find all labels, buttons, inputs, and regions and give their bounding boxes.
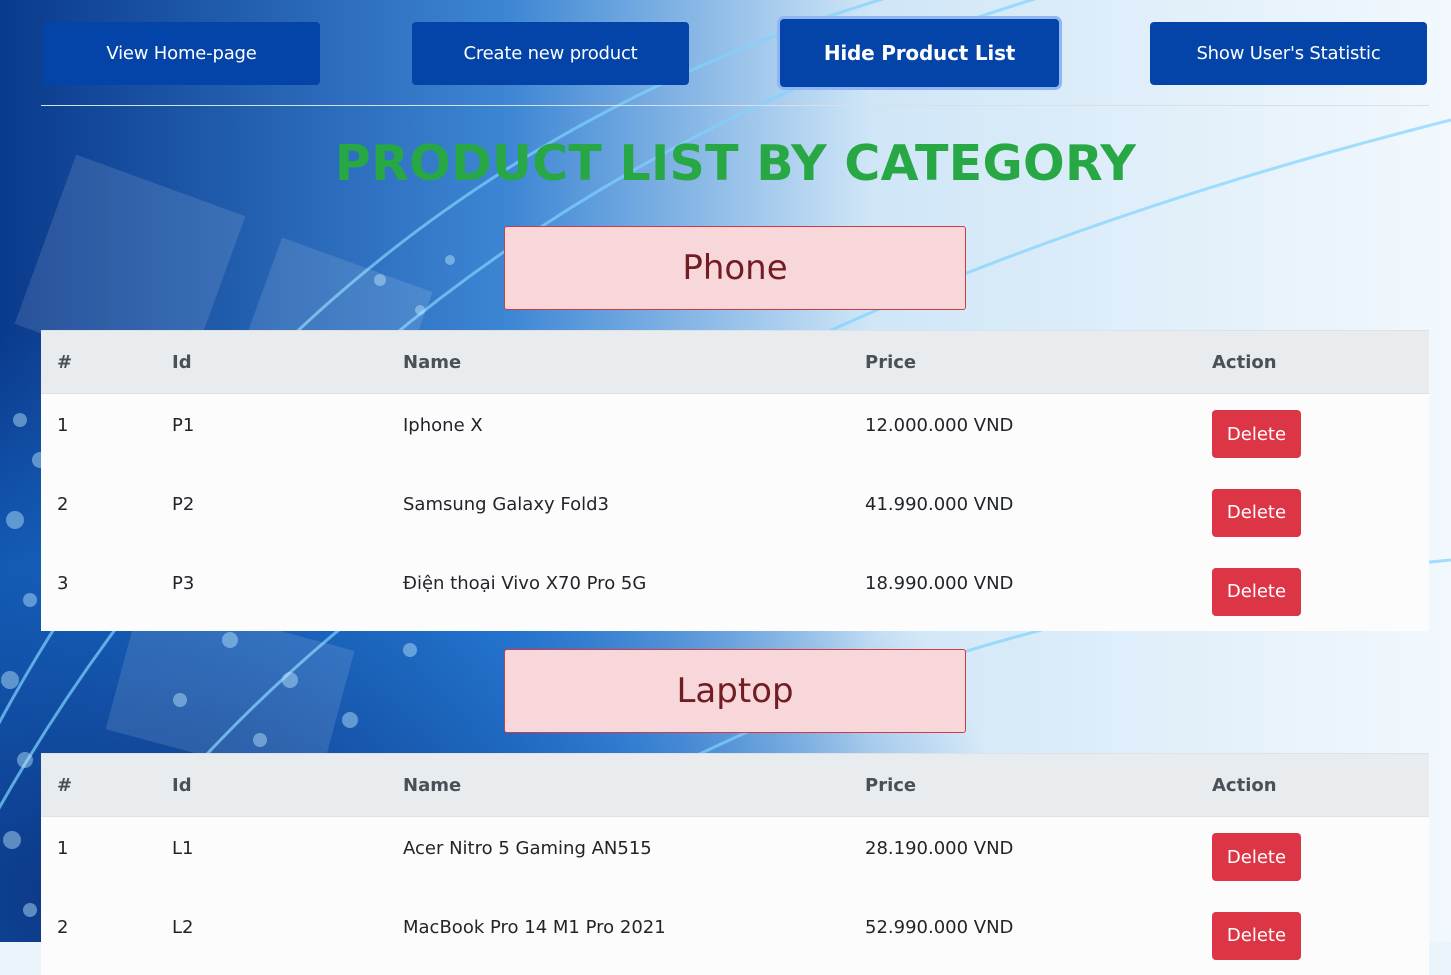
column-header-id: Id bbox=[156, 753, 387, 817]
action-cell: Delete bbox=[1196, 552, 1429, 631]
product-price: 52.990.000 VND bbox=[865, 916, 1014, 938]
action-cell: Delete bbox=[1196, 394, 1429, 473]
product-table-laptop: # Id Name Price Action 1 L1 Acer Nitro 5… bbox=[41, 753, 1429, 975]
view-home-button[interactable]: View Home-page bbox=[43, 22, 320, 85]
product-price: 28.190.000 VND bbox=[865, 838, 1014, 859]
category-header-phone: Phone bbox=[504, 226, 966, 310]
product-price: 12.000.000 VND bbox=[865, 415, 1014, 436]
product-price: 18.990.000 VND bbox=[865, 572, 1014, 594]
nav-divider bbox=[41, 105, 1429, 106]
table-row: 1 L1 Acer Nitro 5 Gaming AN515 28.190.00… bbox=[41, 816, 1429, 896]
column-header-action: Action bbox=[1196, 330, 1429, 394]
product-id: P1 bbox=[172, 415, 195, 436]
product-id: P2 bbox=[172, 493, 195, 515]
column-header-price: Price bbox=[849, 330, 1196, 394]
table-header-row: # Id Name Price Action bbox=[41, 330, 1429, 394]
create-product-button[interactable]: Create new product bbox=[412, 22, 689, 85]
column-header-num: # bbox=[41, 753, 156, 817]
product-id: L2 bbox=[172, 916, 194, 938]
row-number: 3 bbox=[57, 572, 69, 594]
product-price: 41.990.000 VND bbox=[865, 493, 1014, 515]
row-number: 2 bbox=[57, 916, 69, 938]
row-number: 1 bbox=[57, 415, 69, 436]
show-user-statistic-button[interactable]: Show User's Statistic bbox=[1150, 22, 1427, 85]
delete-button[interactable]: Delete bbox=[1212, 488, 1301, 537]
column-header-num: # bbox=[41, 330, 156, 394]
product-name: MacBook Pro 14 M1 Pro 2021 bbox=[403, 916, 666, 938]
product-name: Acer Nitro 5 Gaming AN515 bbox=[403, 838, 652, 859]
column-header-name: Name bbox=[387, 330, 849, 394]
top-nav: View Home-page Create new product Hide P… bbox=[0, 0, 1451, 106]
delete-button[interactable]: Delete bbox=[1212, 833, 1301, 881]
action-cell: Delete bbox=[1196, 896, 1429, 975]
category-header-laptop: Laptop bbox=[504, 649, 966, 733]
row-number: 1 bbox=[57, 838, 69, 859]
table-row: 1 P1 Iphone X 12.000.000 VND Delete bbox=[41, 393, 1429, 473]
column-header-price: Price bbox=[849, 753, 1196, 817]
delete-button[interactable]: Delete bbox=[1212, 410, 1301, 458]
product-table-phone: # Id Name Price Action 1 P1 Iphone X 12.… bbox=[41, 330, 1429, 631]
product-name: Samsung Galaxy Fold3 bbox=[403, 493, 609, 515]
action-cell: Delete bbox=[1196, 817, 1429, 896]
table-row: 2 P2 Samsung Galaxy Fold3 41.990.000 VND… bbox=[41, 472, 1429, 552]
delete-button[interactable]: Delete bbox=[1212, 567, 1301, 616]
row-number: 2 bbox=[57, 493, 69, 515]
action-cell: Delete bbox=[1196, 473, 1429, 552]
column-header-name: Name bbox=[387, 753, 849, 817]
column-header-action: Action bbox=[1196, 753, 1429, 817]
product-id: P3 bbox=[172, 572, 195, 594]
hide-product-list-button[interactable]: Hide Product List bbox=[780, 19, 1059, 87]
table-row: 2 L2 MacBook Pro 14 M1 Pro 2021 52.990.0… bbox=[41, 895, 1429, 975]
table-header-row: # Id Name Price Action bbox=[41, 753, 1429, 817]
delete-button[interactable]: Delete bbox=[1212, 911, 1301, 960]
product-id: L1 bbox=[172, 838, 194, 859]
column-header-id: Id bbox=[156, 330, 387, 394]
page-title: PRODUCT LIST BY CATEGORY bbox=[334, 135, 1137, 192]
table-row: 3 P3 Điện thoại Vivo X70 Pro 5G 18.990.0… bbox=[41, 551, 1429, 631]
product-name: Iphone X bbox=[403, 415, 483, 436]
product-name: Điện thoại Vivo X70 Pro 5G bbox=[403, 572, 647, 594]
